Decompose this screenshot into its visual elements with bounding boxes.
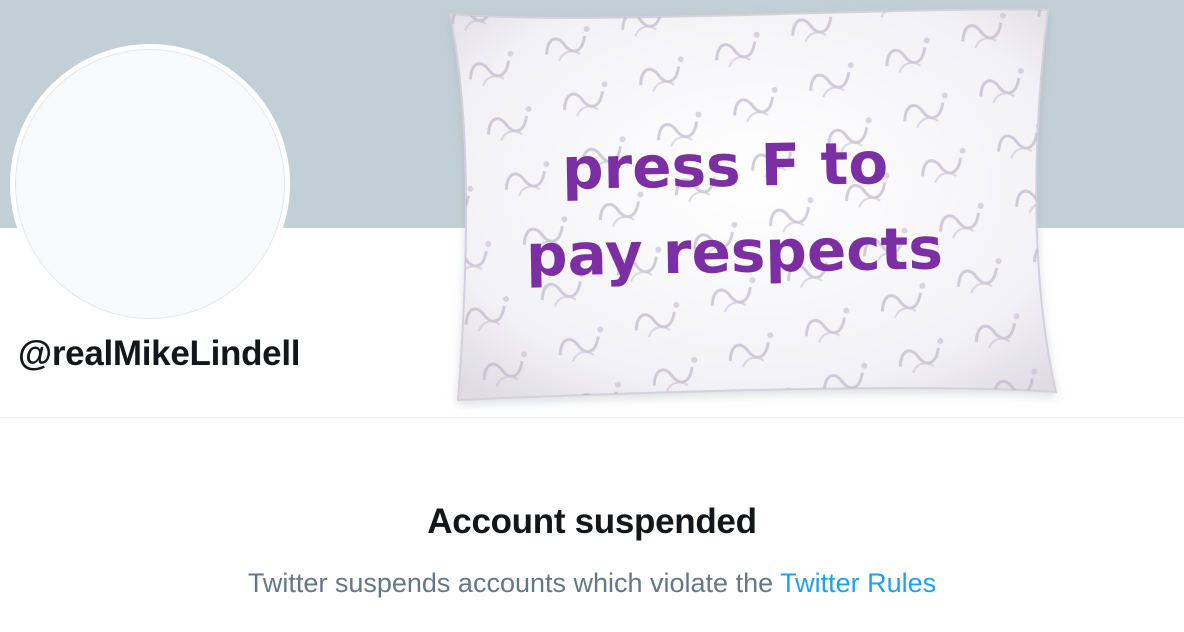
suspension-message: Twitter suspends accounts which violate … bbox=[0, 568, 1184, 599]
suspension-message-text: Twitter suspends accounts which violate … bbox=[247, 568, 774, 598]
banner-caption: press F to pay respects bbox=[430, 0, 1070, 410]
twitter-rules-link[interactable]: Twitter Rules bbox=[780, 568, 936, 598]
suspension-title: Account suspended bbox=[427, 502, 757, 541]
avatar[interactable] bbox=[10, 44, 290, 324]
profile-divider bbox=[0, 417, 1184, 418]
banner-caption-line1: press F to bbox=[561, 129, 889, 203]
profile-handle: @realMikeLindell bbox=[18, 334, 301, 373]
banner-caption-line2: pay respects bbox=[525, 214, 944, 290]
profile-page: press F to pay respects @realMikeLindell… bbox=[0, 0, 1184, 632]
